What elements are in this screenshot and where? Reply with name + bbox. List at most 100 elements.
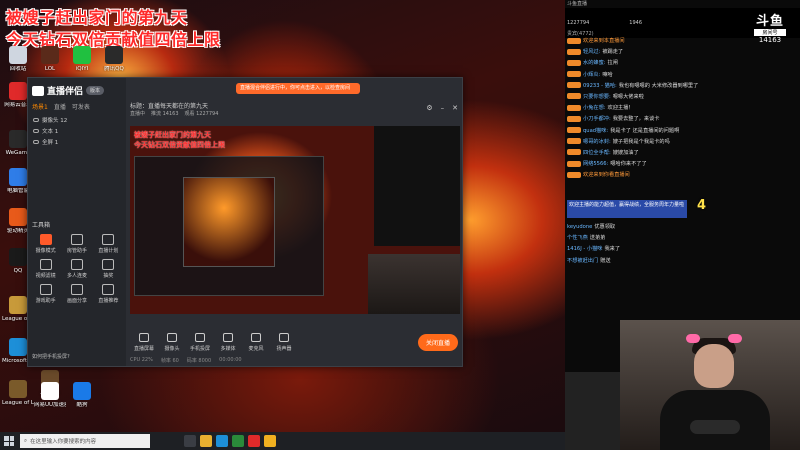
tool-camera-mode[interactable]: 摄像模式 [30, 234, 61, 254]
chat-username[interactable]: 小兔在想: [583, 105, 606, 111]
tool-camera[interactable]: 摄像头 [158, 332, 186, 352]
gift-username[interactable]: 不想被赶出门 [567, 258, 598, 264]
desktop-icon[interactable]: League of Legends [2, 380, 34, 406]
preview-nested-window-2 [183, 177, 275, 267]
chat-username[interactable]: 嗯哥的冰封: [583, 139, 611, 145]
chat-username[interactable]: 欢迎来到你看直播间 [583, 172, 630, 178]
fan-badge-icon [567, 127, 581, 133]
gift-username[interactable]: 1416J - 小猫咪 [567, 246, 602, 252]
desktop-icon[interactable]: 网易UU加速器 [34, 382, 66, 408]
gamepad [690, 420, 740, 434]
tool-speaker[interactable]: 扬声器 [270, 332, 298, 352]
gift-username[interactable]: keyudone [567, 224, 592, 230]
close-icon[interactable]: ✕ [452, 104, 458, 112]
tool-lottery[interactable]: 抽奖 [93, 259, 124, 279]
tool-video-filter[interactable]: 视频滤镜 [30, 259, 61, 279]
windows-start-icon[interactable] [2, 434, 16, 448]
taskbar-search[interactable]: ⌕ 在这里输入你要搜索的内容 [20, 434, 150, 448]
fan-badge-icon [567, 171, 581, 178]
tab-live[interactable]: 直播 [54, 102, 66, 111]
chat-username[interactable]: 网络5566: [583, 161, 608, 167]
screen-cast-tip[interactable]: 如何把手机投屏? [32, 353, 70, 360]
chat-username[interactable]: 小刀手都冲: [583, 116, 611, 122]
gift-message: 1416J - 小猫咪 我来了 [567, 244, 747, 255]
fan-badge-icon [567, 115, 581, 122]
desktop-screen: 被嫂子赶出家门的第九天 今天钻石双倍贡献值四倍上限 回收站 网易云音乐 WeGame… [0, 0, 800, 450]
source-item-fullscreen[interactable]: 全屏 1 [31, 136, 123, 147]
chat-text: 我也有嗯嗯的 大米修改器到哪里了 [618, 82, 699, 89]
window-controls: ⚙ – ✕ [426, 104, 458, 112]
chat-username[interactable]: quad猫咪: [583, 128, 608, 134]
gift-username[interactable]: 个性飞燕 [567, 235, 588, 241]
bow-left [686, 334, 700, 343]
tool-screen-capture[interactable]: 直播屏幕 [130, 332, 158, 352]
tool-phone-cast[interactable]: 手机投屏 [186, 332, 214, 352]
desktop-icon[interactable]: LOL [34, 46, 66, 72]
speaker-icon [279, 332, 289, 342]
tool-screen-share[interactable]: 画面分享 [61, 284, 92, 304]
chat-message: 小辉炎: 嘛哈 [567, 70, 747, 81]
media-icon [223, 332, 233, 342]
eye-icon[interactable] [33, 139, 39, 144]
toolbox-label: 工具箱 [32, 222, 51, 229]
chat-username[interactable]: 四位全手帮: [583, 150, 611, 156]
chat-username[interactable]: 水的蜂蜜: [583, 60, 606, 66]
stream-title[interactable]: 标题：直播每天都在的第九天 [130, 101, 208, 110]
app-main-area: 标题：直播每天都在的第九天 直播混合伴侣进行中，你可点击进入，以检查房间 ⚙ –… [126, 78, 462, 366]
app-icon[interactable] [232, 435, 244, 447]
eye-icon[interactable] [33, 117, 39, 122]
eye-icon[interactable] [33, 128, 39, 133]
app-version-pill[interactable]: 版本 [86, 86, 105, 95]
fan-badge-icon [567, 59, 581, 66]
app-icon [73, 46, 91, 64]
chat-text: 欢迎主播！ [607, 105, 634, 112]
tool-room-admin[interactable]: 房管助手 [61, 234, 92, 254]
preview-banner-line1: 被嫂子赶出家门的第九天 [134, 131, 211, 139]
chat-username[interactable]: 09233 - 猫哈: [583, 83, 617, 89]
tool-media[interactable]: 多媒体 [214, 332, 242, 352]
follower-count: 1946 [629, 20, 643, 26]
source-item-text[interactable]: 文本 1 [31, 125, 123, 136]
desktop-icon[interactable]: 回收站 [2, 46, 34, 72]
live-companion-window[interactable]: 直播伴侣 版本 场景1 直播 可发表 摄像头 12 文本 1 全屏 1 工具箱 … [27, 77, 463, 367]
live-status-bar: 直播中 推流 14163 观看 1227794 [130, 110, 218, 117]
desktop-icon[interactable]: 酷狗 [66, 382, 98, 408]
desktop-icon[interactable]: 腾讯QQ [98, 46, 130, 72]
music-icon[interactable] [248, 435, 260, 447]
task-view-icon[interactable] [184, 435, 196, 447]
tab-publish[interactable]: 可发表 [72, 102, 90, 111]
source-label: 摄像头 12 [42, 117, 68, 124]
chat-text: 我是卡了 还是直播间的问题啊 [610, 127, 680, 134]
source-list: 摄像头 12 文本 1 全屏 1 [31, 114, 123, 147]
tool-label: 多人连麦 [66, 273, 87, 279]
tab-scene-1[interactable]: 场景1 [32, 102, 48, 111]
chat-username[interactable]: 欢迎来到本直播间 [583, 38, 625, 44]
desktop-icon[interactable]: iQIYI [66, 46, 98, 72]
tool-game-helper[interactable]: 游戏助手 [30, 284, 61, 304]
tool-microphone[interactable]: 麦克风 [242, 332, 270, 352]
source-label: 全屏 1 [42, 139, 59, 146]
chat-username[interactable]: 轻风过: [583, 49, 600, 55]
tool-live-plan[interactable]: 直播计划 [93, 234, 124, 254]
tool-multi-link[interactable]: 多人连麦 [61, 259, 92, 279]
search-placeholder: 在这里输入你要搜索的内容 [30, 439, 97, 445]
minimize-icon[interactable]: – [441, 104, 445, 112]
chat-message: 嗯哥的冰封: 嫂子把我是个我是卡的吗 [567, 137, 747, 148]
tool-live-recommend[interactable]: 直播推荐 [93, 284, 124, 304]
settings-icon[interactable]: ⚙ [426, 104, 432, 112]
file-explorer-icon[interactable] [200, 435, 212, 447]
chat-text: 拉闸 [607, 60, 618, 67]
stop-live-button[interactable]: 关闭直播 [417, 333, 458, 351]
tool-label: 游戏助手 [35, 298, 56, 304]
source-item-camera[interactable]: 摄像头 12 [31, 114, 123, 125]
chat-text: 嗯嗯大佬来啦 [612, 93, 644, 100]
desktop-icon-label: iQIYI [75, 66, 89, 72]
stream-preview[interactable]: 被嫂子赶出家门的第九天 今天钻石双倍贡献值四倍上限 [130, 126, 460, 314]
app-icon [9, 208, 27, 226]
notice-toast[interactable]: 直播混合伴侣进行中，你可点击进入，以检查房间 [236, 83, 360, 94]
edge-icon[interactable] [216, 435, 228, 447]
chat-message: 09233 - 猫哈: 我也有嗯嗯的 大米修改器到哪里了 [567, 81, 747, 92]
douyu-companion-icon[interactable] [264, 435, 276, 447]
chat-username[interactable]: 小辉炎: [583, 72, 600, 78]
chat-username[interactable]: 只要你想要: [583, 94, 611, 100]
